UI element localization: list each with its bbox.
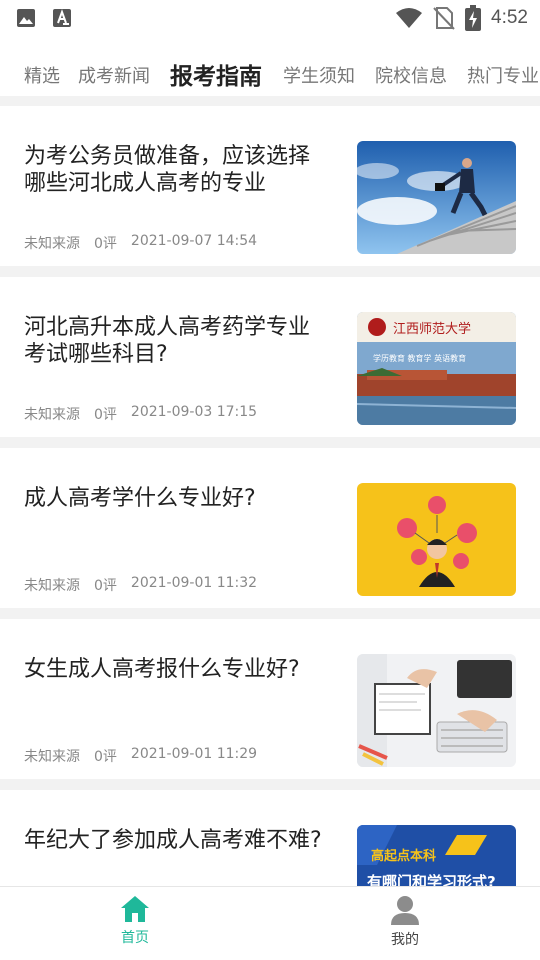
article-comments: 0评: [94, 236, 117, 252]
user-icon: [391, 896, 419, 925]
article-title: 为考公务员做准备，应该选择哪些河北成人高考的专业: [24, 144, 311, 196]
banner-line1-text: 高起点本科: [371, 848, 436, 864]
article-feed[interactable]: 为考公务员做准备，应该选择哪些河北成人高考的专业 未知来源 0评 2021-09…: [0, 96, 540, 886]
nav-profile[interactable]: 我的: [355, 895, 455, 949]
article-card[interactable]: 女生成人高考报什么专业好? 未知来源 0评 2021-09-01 11:29: [0, 619, 540, 779]
article-source: 未知来源: [24, 236, 80, 252]
article-source: 未知来源: [24, 749, 80, 765]
nav-home[interactable]: 首页: [85, 895, 185, 947]
nav-profile-label: 我的: [391, 932, 419, 948]
university-name-text: 江西师范大学: [393, 321, 471, 337]
article-source: 未知来源: [24, 578, 80, 594]
article-title: 年纪大了参加成人高考难不难?: [24, 828, 322, 853]
tab-featured[interactable]: 精选: [24, 62, 60, 88]
article-title: 河北高升本成人高考药学专业考试哪些科目?: [24, 315, 311, 367]
article-meta: 未知来源 0评 2021-09-03 17:15: [24, 404, 257, 424]
tab-school-info[interactable]: 院校信息: [375, 62, 447, 88]
tab-hot-majors[interactable]: 热门专业: [467, 62, 539, 88]
article-date: 2021-09-03 17:15: [130, 404, 258, 420]
tab-student-notice[interactable]: 学生须知: [283, 62, 355, 88]
nav-home-label: 首页: [121, 930, 149, 946]
category-tabs: 精选 成考新闻 报考指南 学生须知 院校信息 热门专业: [0, 36, 540, 96]
article-card[interactable]: 河北高升本成人高考药学专业考试哪些科目? 未知来源 0评 2021-09-03 …: [0, 277, 540, 437]
no-sim-icon: [433, 7, 455, 30]
article-title: 女生成人高考报什么专业好?: [24, 657, 300, 682]
tab-news[interactable]: 成考新闻: [78, 62, 150, 88]
tab-guide[interactable]: 报考指南: [170, 57, 262, 91]
text-icon: [53, 9, 71, 27]
status-bar: 4:52: [0, 0, 540, 36]
banner-line2-text: 有哪门和学习形式?: [367, 873, 496, 886]
article-meta: 未知来源 0评 2021-09-01 11:32: [24, 575, 257, 595]
article-meta: 未知来源 0评 2021-09-01 11:29: [24, 746, 257, 766]
article-thumbnail: 江西师范大学 学历教育 教育学 英语教育: [357, 312, 516, 425]
wifi-icon: [396, 8, 423, 28]
article-title: 成人高考学什么专业好?: [24, 486, 256, 511]
article-thumbnail: [357, 141, 516, 254]
person-icons-yellow-image: [357, 483, 516, 596]
article-thumbnail: [357, 654, 516, 767]
article-thumbnail: [357, 483, 516, 596]
clock: 4:52: [491, 7, 528, 28]
home-icon: [121, 896, 149, 922]
businessman-stairs-image: [357, 141, 516, 254]
image-icon: [17, 9, 35, 27]
article-comments: 0评: [94, 407, 117, 423]
article-card[interactable]: 成人高考学什么专业好? 未知来源 0评 2021-09-01 11:32: [0, 448, 540, 608]
article-meta: 未知来源 0评 2021-09-07 14:54: [24, 233, 257, 253]
article-card[interactable]: 年纪大了参加成人高考难不难? 高起点本科 有哪门和学习形式?: [0, 790, 540, 886]
desk-writing-image: [357, 654, 516, 767]
article-comments: 0评: [94, 578, 117, 594]
article-card[interactable]: 为考公务员做准备，应该选择哪些河北成人高考的专业 未知来源 0评 2021-09…: [0, 106, 540, 266]
blue-banner-image: 高起点本科 有哪门和学习形式?: [357, 825, 516, 886]
article-date: 2021-09-01 11:29: [130, 746, 258, 762]
university-campus-image: 江西师范大学 学历教育 教育学 英语教育: [357, 312, 516, 425]
battery-charging-icon: [465, 5, 482, 31]
university-slogan-text: 学历教育 教育学 英语教育: [373, 353, 466, 363]
article-thumbnail: 高起点本科 有哪门和学习形式?: [357, 825, 516, 886]
article-source: 未知来源: [24, 407, 80, 423]
article-date: 2021-09-07 14:54: [130, 233, 258, 249]
article-comments: 0评: [94, 749, 117, 765]
bottom-navigation: 首页 我的: [0, 886, 540, 960]
article-date: 2021-09-01 11:32: [130, 575, 258, 591]
